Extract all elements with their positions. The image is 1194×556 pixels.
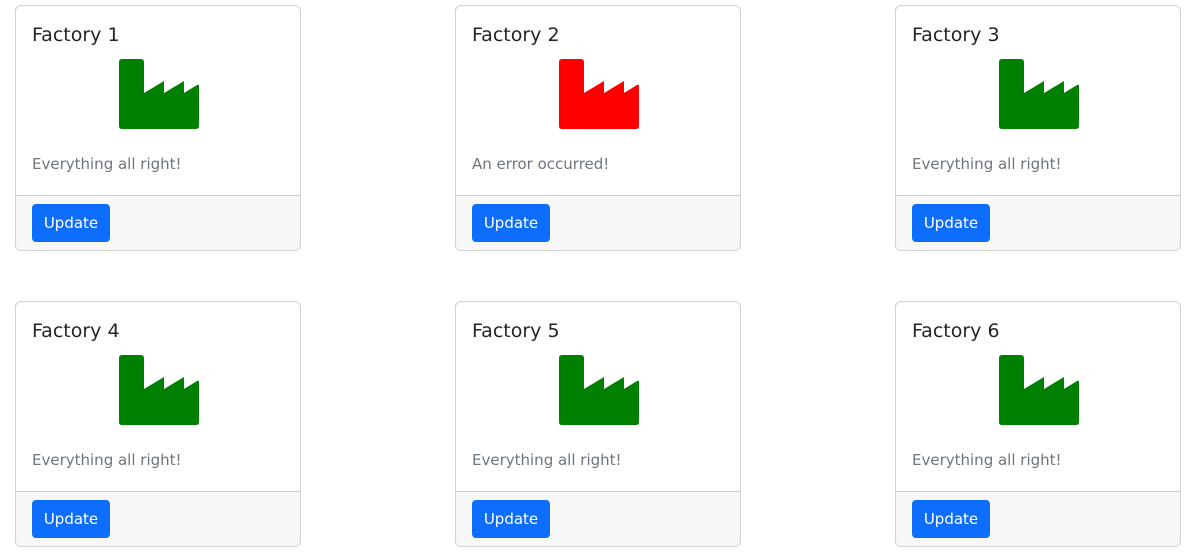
update-button[interactable]: Update [472, 500, 550, 538]
factory-card-2: Factory 2 An error occurred! Update [455, 5, 741, 251]
card-footer: Update [896, 195, 1180, 250]
factory-title: Factory 3 [912, 24, 1000, 46]
card-body: Factory 2 An error occurred! [456, 6, 740, 197]
card-footer: Update [16, 195, 300, 250]
card-footer: Update [896, 491, 1180, 546]
card-footer: Update [16, 491, 300, 546]
factory-card-6: Factory 6 Everything all right! Update [895, 301, 1181, 547]
update-button[interactable]: Update [912, 500, 990, 538]
factory-title: Factory 4 [32, 320, 120, 342]
status-text: Everything all right! [912, 155, 1062, 173]
factory-title: Factory 5 [472, 320, 560, 342]
status-text: Everything all right! [472, 451, 622, 469]
card-body: Factory 4 Everything all right! [16, 302, 300, 493]
update-button[interactable]: Update [32, 204, 110, 242]
card-body: Factory 6 Everything all right! [896, 302, 1180, 493]
factory-title: Factory 1 [32, 24, 120, 46]
factory-card-4: Factory 4 Everything all right! Update [15, 301, 301, 547]
card-footer: Update [456, 195, 740, 250]
factory-title: Factory 2 [472, 24, 560, 46]
update-button[interactable]: Update [912, 204, 990, 242]
card-body: Factory 1 Everything all right! [16, 6, 300, 197]
factory-card-5: Factory 5 Everything all right! Update [455, 301, 741, 547]
card-body: Factory 3 Everything all right! [896, 6, 1180, 197]
factory-icon [559, 59, 639, 129]
update-button[interactable]: Update [472, 204, 550, 242]
factory-icon [559, 355, 639, 425]
status-text: Everything all right! [32, 451, 182, 469]
factory-card-1: Factory 1 Everything all right! Update [15, 5, 301, 251]
status-text: Everything all right! [32, 155, 182, 173]
card-footer: Update [456, 491, 740, 546]
factory-icon [119, 355, 199, 425]
factory-card-3: Factory 3 Everything all right! Update [895, 5, 1181, 251]
factory-icon [999, 355, 1079, 425]
factory-icon [999, 59, 1079, 129]
card-body: Factory 5 Everything all right! [456, 302, 740, 493]
factory-title: Factory 6 [912, 320, 1000, 342]
status-text: Everything all right! [912, 451, 1062, 469]
update-button[interactable]: Update [32, 500, 110, 538]
factory-icon [119, 59, 199, 129]
status-text: An error occurred! [472, 155, 610, 173]
